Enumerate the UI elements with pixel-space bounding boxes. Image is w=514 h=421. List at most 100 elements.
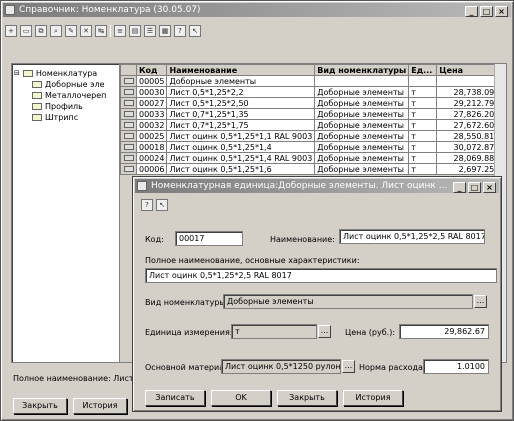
cell-unit: т xyxy=(408,108,438,120)
close-button[interactable]: × xyxy=(495,6,508,17)
group-tree: ⊟ Номенклатура Доборные эле Металлочереп… xyxy=(11,63,127,363)
pointer-help-icon[interactable]: ↖ xyxy=(189,25,201,37)
column-header[interactable]: Ед... xyxy=(408,64,438,76)
material-label: Основной материал: xyxy=(145,363,232,372)
folder-icon xyxy=(32,114,42,121)
column-header[interactable]: Вид номенклатуры xyxy=(314,64,410,76)
tree-item[interactable]: Профиль xyxy=(14,101,124,112)
cell-code: 00027 xyxy=(135,97,168,109)
cell-kind: Доборные элементы xyxy=(314,130,410,142)
column-header[interactable]: Наименование xyxy=(166,64,316,76)
find-icon[interactable]: ⌕ xyxy=(50,25,62,37)
pointer-help-icon[interactable]: ↖ xyxy=(156,199,168,211)
row-icon-cell xyxy=(120,130,137,142)
cell-code: 00025 xyxy=(135,130,168,142)
delete-icon[interactable]: ✕ xyxy=(80,25,92,37)
table-row[interactable]: 00024 Лист оцинк 0,5*1,25*1,4 RAL 9003 Доб… xyxy=(120,152,498,164)
table-row[interactable]: 00018 Лист оцинк 0,5*1,25*1,4 Доборные эле… xyxy=(120,141,498,153)
norm-field[interactable]: 1.0100 xyxy=(423,359,489,374)
table-row[interactable]: 00027 Лист 0,5*1,25*2,50 Доборные элементы… xyxy=(120,97,498,109)
item-icon xyxy=(123,121,134,128)
save-button[interactable]: Записать xyxy=(145,390,205,406)
dialog-title: Номенклатурная единица:Доборные элементы… xyxy=(151,181,448,191)
cell-kind: Доборные элементы xyxy=(314,86,410,98)
table-row[interactable]: 00025 Лист оцинк 0,5*1,25*1,1 RAL 9003 Доб… xyxy=(120,130,498,142)
cell-price: 30,072.87 xyxy=(436,141,498,153)
item-icon xyxy=(123,154,134,161)
dialog-minimize-button[interactable]: _ xyxy=(453,182,466,193)
full-name-status: Полное наименование: Лист оци xyxy=(13,374,152,383)
cell-name: Лист 0,5*1,25*2,50 xyxy=(166,97,316,109)
unit-label: Единица измерения: xyxy=(145,328,233,337)
new-folder-icon[interactable]: ▭ xyxy=(20,25,32,37)
kind-select-button[interactable]: ... xyxy=(474,295,487,308)
print-icon[interactable]: ▦ xyxy=(159,25,171,37)
fullname-field[interactable]: Лист оцинк 0,5*1,25*2,5 RAL 8017 xyxy=(145,268,497,283)
table-row[interactable]: 00032 Лист 0,7*1,25*1,75 Доборные элементы… xyxy=(120,119,498,131)
column-header[interactable]: Код xyxy=(135,64,168,76)
cell-price: 29,212.79 xyxy=(436,97,498,109)
code-label: Код: xyxy=(145,235,164,244)
price-field[interactable]: 29,862.67 xyxy=(399,324,489,339)
history-main-button[interactable]: История xyxy=(73,398,127,414)
dialog-close-action-button[interactable]: Закрыть xyxy=(277,390,337,406)
cell-code: 00033 xyxy=(135,108,168,120)
material-select-button[interactable]: ... xyxy=(342,360,355,373)
new-item-icon[interactable]: + xyxy=(5,25,17,37)
norm-label: Норма расхода: xyxy=(359,363,426,372)
cell-code: 00030 xyxy=(135,86,168,98)
cell-unit: т xyxy=(408,86,438,98)
folder-icon xyxy=(32,92,42,99)
cell-kind: Доборные элементы xyxy=(314,163,410,175)
item-icon xyxy=(123,77,134,84)
cell-code: 00018 xyxy=(135,141,168,153)
code-field[interactable]: 00017 xyxy=(175,231,243,246)
close-main-button[interactable]: Закрыть xyxy=(13,398,67,414)
dialog-icon xyxy=(137,181,147,191)
tree-item[interactable]: Доборные эле xyxy=(14,79,124,90)
app-icon xyxy=(5,5,15,15)
table-header: Код Наименование Вид номенклатуры Ед... … xyxy=(120,64,498,76)
item-icon xyxy=(123,165,134,172)
cell-name: Лист оцинк 0,5*1,25*1,1 RAL 9003 xyxy=(166,130,316,142)
row-icon-cell xyxy=(120,152,137,164)
move-icon[interactable]: ↹ xyxy=(95,25,107,37)
list-icon[interactable]: ☰ xyxy=(144,25,156,37)
help-icon[interactable]: ? xyxy=(174,25,186,37)
hierarchy-icon[interactable]: ≡ xyxy=(114,25,126,37)
material-field[interactable]: Лист оцинк 0,5*1250 рулон RAL xyxy=(221,359,341,374)
cell-name: Лист оцинк 0,5*1,25*1,6 xyxy=(166,163,316,175)
name-field[interactable]: Лист оцинк 0,5*1,25*2,5 RAL 8017 xyxy=(339,229,485,244)
cell-unit: т xyxy=(408,152,438,164)
table-row[interactable]: 00033 Лист 0,7*1,25*1,35 Доборные элементы… xyxy=(120,108,498,120)
ok-button[interactable]: OK xyxy=(211,390,271,406)
table-row[interactable]: 00006 Лист оцинк 0,5*1,25*1,6 Доборные эле… xyxy=(120,163,498,175)
unit-select-button[interactable]: ... xyxy=(318,325,331,338)
cell-kind: Доборные элементы xyxy=(314,119,410,131)
tree-item[interactable]: Штрипс xyxy=(14,112,124,123)
copy-icon[interactable]: ⧉ xyxy=(35,25,47,37)
table-row[interactable]: 00030 Лист 0,5*1,25*2,2 Доборные элементы т… xyxy=(120,86,498,98)
item-icon xyxy=(123,99,134,106)
dialog-close-button[interactable]: × xyxy=(483,182,496,193)
kind-field[interactable]: Доборные элементы xyxy=(223,294,473,309)
maximize-button[interactable]: □ xyxy=(480,6,493,17)
minimize-button[interactable]: _ xyxy=(465,6,478,17)
tree-root[interactable]: ⊟ Номенклатура xyxy=(14,68,124,79)
cell-name: Лист 0,7*1,25*1,35 xyxy=(166,108,316,120)
cell-kind: Доборные элементы xyxy=(314,141,410,153)
cell-unit: т xyxy=(408,163,438,175)
cell-price: 28,738.09 xyxy=(436,86,498,98)
dialog-history-button[interactable]: История xyxy=(343,390,403,406)
dialog-maximize-button[interactable]: □ xyxy=(468,182,481,193)
dialog-titlebar[interactable]: Номенклатурная единица:Доборные элементы… xyxy=(135,179,499,193)
collapse-icon[interactable]: ⊟ xyxy=(14,68,20,79)
tree-icon[interactable]: ▤ xyxy=(129,25,141,37)
tree-item[interactable]: Металлочереп xyxy=(14,90,124,101)
help-icon[interactable]: ? xyxy=(141,199,153,211)
column-header[interactable]: Цена xyxy=(436,64,498,76)
edit-icon[interactable]: ✎ xyxy=(65,25,77,37)
unit-field[interactable]: т xyxy=(231,324,317,339)
table-row[interactable]: 00005 Доборные элементы xyxy=(120,75,498,87)
main-titlebar[interactable]: Справочник: Номенклатура (30.05.07) _ □ … xyxy=(3,3,511,17)
